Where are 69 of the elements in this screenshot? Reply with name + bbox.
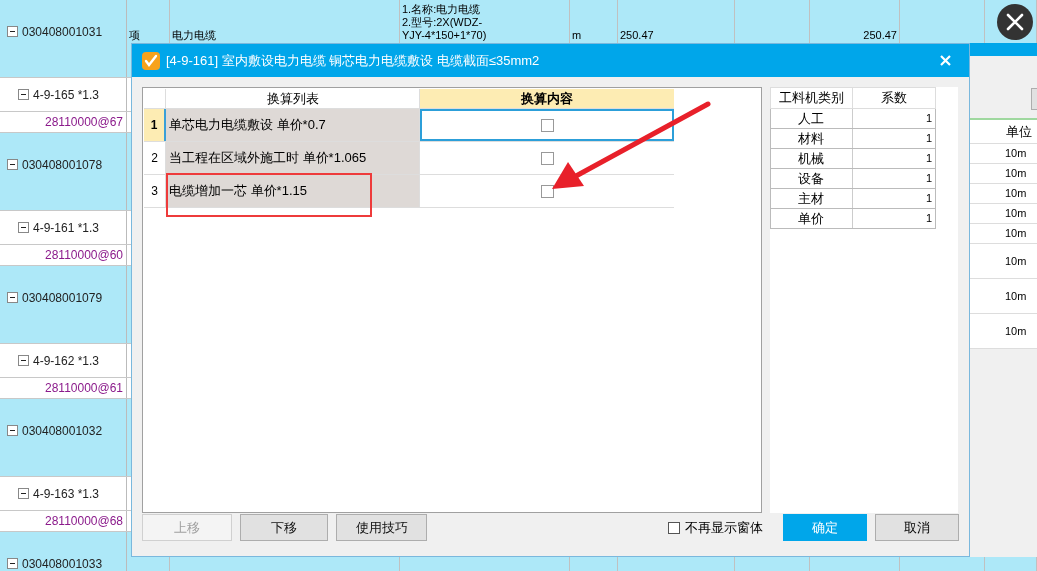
app-logo-icon	[142, 51, 160, 70]
column-header: 工料机类别	[771, 88, 853, 108]
table-cell: 当工程在区域外施工时 单价*1.065	[166, 142, 420, 174]
table-cell-text: 10m	[1005, 166, 1027, 182]
dialog-title: [4-9-161] 室内敷设电力电缆 铜芯电力电缆敷设 电缆截面≤35mm2	[166, 51, 540, 70]
table-cell-text: 1	[924, 171, 933, 187]
tree-label: 28110000@68	[45, 513, 124, 530]
table-cell-text: 项	[129, 29, 141, 41]
table-cell: 材料	[771, 129, 853, 148]
tree-label: 28110000@67	[45, 114, 124, 131]
table-cell-text: m	[572, 29, 583, 41]
tree-label: 030408001031	[22, 26, 103, 39]
table-cell: 单芯电力电缆敷设 单价*0.7	[166, 109, 420, 141]
table-cell-text: 10m	[1005, 226, 1027, 242]
tree-label: 030408001078	[22, 159, 103, 172]
collapse-icon[interactable]	[18, 488, 29, 499]
table-cell-text: 10m	[1005, 206, 1027, 222]
collapse-icon[interactable]	[18, 355, 29, 366]
close-icon[interactable]	[940, 55, 951, 66]
table-cell-text: 10m	[1005, 288, 1027, 304]
checkbox[interactable]	[668, 521, 680, 534]
description-text: 1.名称:电力电缆 2.型号:2X(WDZ- YJY-4*150+1*70)	[402, 3, 488, 42]
tree-label: 28110000@60	[45, 247, 124, 264]
collapse-icon[interactable]	[7, 292, 18, 303]
table-cell: 电缆增加一芯 单价*1.15	[166, 175, 420, 207]
tree-label: 4-9-161 *1.3	[33, 219, 100, 237]
table-cell-text: 电力电缆	[172, 29, 217, 41]
column-header: 系数	[880, 89, 908, 108]
table-cell-text: 10m	[1005, 146, 1027, 162]
column-header: 单位	[1006, 122, 1032, 141]
collapse-icon[interactable]	[18, 222, 29, 233]
table-cell-text: 250.47	[620, 29, 655, 41]
collapse-icon[interactable]	[18, 89, 29, 100]
tree-label: 030408001079	[22, 292, 103, 305]
table-cell-text: 1	[924, 111, 933, 127]
tree-label: 4-9-165 *1.3	[33, 86, 100, 104]
tree-label: 030408001033	[22, 558, 103, 571]
collapse-icon[interactable]	[7, 159, 18, 170]
checkbox[interactable]	[540, 184, 554, 198]
row-number: 1	[144, 109, 166, 141]
collapse-icon[interactable]	[7, 26, 18, 37]
tree-label: 4-9-163 *1.3	[33, 485, 100, 503]
table-cell-text: 1	[924, 211, 933, 227]
table-cell-text: 1	[924, 131, 933, 147]
table-cell: 250.47	[863, 29, 897, 41]
checkbox-label: 不再显示窗体	[685, 518, 763, 537]
table-cell: 人工	[771, 109, 853, 128]
checkbox[interactable]	[540, 118, 554, 132]
checkbox[interactable]	[540, 151, 554, 165]
dialog-button[interactable]: 使用技巧	[336, 514, 427, 541]
column-header: 换算内容	[420, 89, 674, 108]
table-cell: 机械	[771, 149, 853, 168]
collapse-icon[interactable]	[7, 558, 18, 569]
close-icon	[1006, 13, 1024, 31]
dialog-button[interactable]: 下移	[240, 514, 328, 541]
table-cell: 单价	[771, 209, 853, 228]
tree-label: 28110000@61	[45, 380, 124, 397]
table-cell-text: 10m	[1005, 253, 1027, 269]
collapse-icon[interactable]	[7, 425, 18, 436]
table-cell-text: 10m	[1005, 186, 1027, 202]
table-cell: 主材	[771, 189, 853, 208]
table-cell-text: 1	[924, 151, 933, 167]
table-cell: 设备	[771, 169, 853, 188]
table-cell-text: 10m	[1005, 323, 1027, 339]
tree-label: 4-9-162 *1.3	[33, 352, 100, 370]
cancel-button[interactable]: 取消	[875, 514, 959, 541]
table-cell-text: 1	[924, 191, 933, 207]
column-header: 换算列表	[266, 89, 319, 108]
tree-label: 030408001032	[22, 425, 103, 438]
